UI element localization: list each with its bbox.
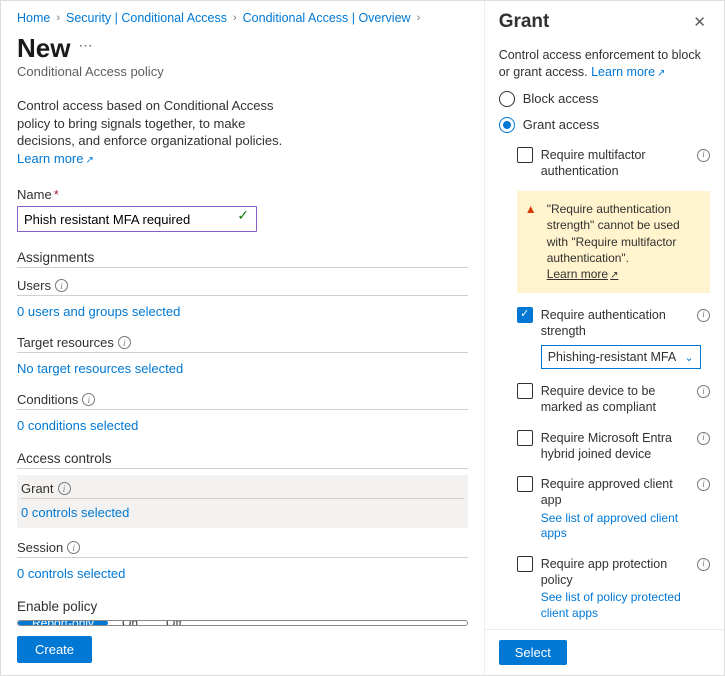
enable-policy-toggle[interactable]: Report-only On Off	[17, 620, 468, 626]
control-approved-app[interactable]: Require approved client app See list of …	[517, 476, 710, 542]
approt-link[interactable]: See list of policy protected client apps	[541, 590, 692, 621]
intro-text: Control access based on Conditional Acce…	[17, 97, 297, 167]
conditions-value[interactable]: 0 conditions selected	[17, 418, 468, 433]
chevron-right-icon: ›	[233, 12, 237, 24]
check-icon: ✓	[237, 207, 249, 224]
info-icon[interactable]: i	[58, 482, 71, 495]
seg-report-only[interactable]: Report-only	[18, 621, 108, 625]
checkbox-icon	[517, 147, 533, 163]
enable-policy-label: Enable policy	[17, 599, 468, 614]
control-hybrid-joined[interactable]: Require Microsoft Entra hybrid joined de…	[517, 430, 710, 463]
page-title: New	[17, 33, 70, 64]
users-value[interactable]: 0 users and groups selected	[17, 304, 468, 319]
field-conditions[interactable]: Conditions i	[17, 392, 468, 410]
approved-apps-link[interactable]: See list of approved client apps	[541, 511, 692, 542]
select-button[interactable]: Select	[499, 640, 567, 665]
info-icon[interactable]: i	[118, 336, 131, 349]
chevron-right-icon: ›	[56, 12, 60, 24]
control-auth-strength[interactable]: Require authentication strength i	[517, 307, 710, 340]
info-icon[interactable]: i	[67, 541, 80, 554]
learn-more-link[interactable]: Learn more↗	[17, 151, 94, 166]
crumb-overview[interactable]: Conditional Access | Overview	[243, 11, 411, 25]
chevron-right-icon: ›	[417, 12, 421, 24]
checkbox-icon	[517, 476, 533, 492]
close-icon[interactable]: ✕	[689, 11, 710, 33]
chevron-down-icon: ⌄	[684, 351, 693, 364]
breadcrumb: Home › Security | Conditional Access › C…	[17, 11, 468, 25]
radio-block-access[interactable]: Block access	[499, 91, 710, 107]
radio-icon	[499, 91, 515, 107]
create-button[interactable]: Create	[17, 636, 92, 663]
radio-grant-access[interactable]: Grant access	[499, 117, 710, 133]
section-assignments: Assignments	[17, 250, 468, 268]
name-input[interactable]	[17, 206, 257, 232]
control-app-protection[interactable]: Require app protection policy See list o…	[517, 556, 710, 622]
checkbox-icon	[517, 307, 533, 323]
info-icon[interactable]: i	[697, 385, 710, 398]
panel-learn-more[interactable]: Learn more↗	[591, 65, 665, 79]
info-icon[interactable]: i	[55, 279, 68, 292]
info-icon[interactable]: i	[697, 432, 710, 445]
warning-icon: ▲	[525, 201, 537, 217]
info-icon[interactable]: i	[697, 478, 710, 491]
grant-value[interactable]: 0 controls selected	[21, 505, 464, 520]
targets-value[interactable]: No target resources selected	[17, 361, 468, 376]
page-subtitle: Conditional Access policy	[17, 64, 468, 79]
control-require-mfa[interactable]: Require multifactor authentication i	[517, 147, 710, 180]
auth-strength-select[interactable]: Phishing-resistant MFA ⌄	[541, 345, 701, 369]
panel-title: Grant	[499, 11, 550, 33]
external-link-icon: ↗	[657, 68, 665, 79]
seg-on[interactable]: On	[108, 621, 152, 625]
info-icon[interactable]: i	[697, 558, 710, 571]
field-users[interactable]: Users i	[17, 278, 468, 296]
field-targets[interactable]: Target resources i	[17, 335, 468, 353]
name-label: Name*	[17, 187, 468, 202]
auth-strength-warning: ▲ "Require authentication strength" cann…	[517, 191, 710, 292]
session-value[interactable]: 0 controls selected	[17, 566, 468, 581]
info-icon[interactable]: i	[82, 393, 95, 406]
checkbox-icon	[517, 430, 533, 446]
crumb-home[interactable]: Home	[17, 11, 50, 25]
checkbox-icon	[517, 383, 533, 399]
crumb-security[interactable]: Security | Conditional Access	[66, 11, 227, 25]
control-compliant-device[interactable]: Require device to be marked as compliant…	[517, 383, 710, 416]
seg-off[interactable]: Off	[152, 621, 196, 625]
warn-learn-more[interactable]: Learn more↗	[547, 267, 619, 281]
more-icon[interactable]: ⋯	[78, 37, 92, 60]
section-access-controls: Access controls	[17, 451, 468, 469]
field-session[interactable]: Session i	[17, 540, 468, 558]
panel-desc: Control access enforcement to block or g…	[499, 47, 710, 81]
radio-icon	[499, 117, 515, 133]
info-icon[interactable]: i	[697, 149, 710, 162]
checkbox-icon	[517, 556, 533, 572]
info-icon[interactable]: i	[697, 309, 710, 322]
external-link-icon: ↗	[85, 155, 93, 166]
field-grant[interactable]: Grant i	[21, 481, 464, 499]
external-link-icon: ↗	[610, 270, 618, 281]
